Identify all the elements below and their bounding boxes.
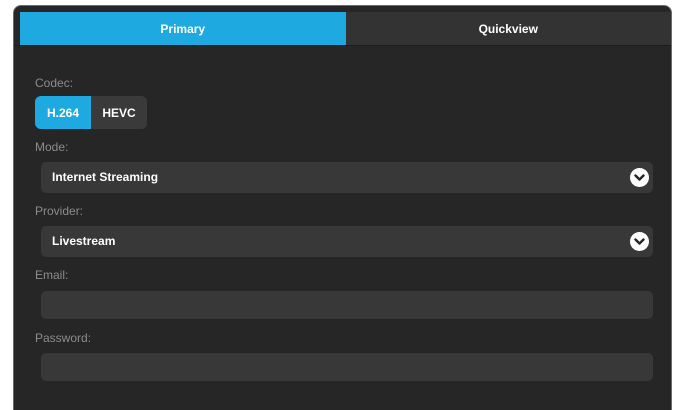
- tab-quickview-label: Quickview: [478, 21, 538, 36]
- chevron-down-icon: [630, 232, 649, 251]
- chevron-down-icon: [630, 168, 649, 187]
- codec-label: Codec:: [35, 76, 74, 90]
- encoder-settings-panel: Primary Quickview Codec: H.264 HEVC Mode…: [13, 5, 672, 410]
- tab-bar: Primary Quickview: [20, 12, 671, 45]
- provider-label: Provider:: [35, 204, 84, 218]
- provider-select-value: Livestream: [52, 234, 116, 248]
- codec-option-h264[interactable]: H.264: [35, 96, 91, 129]
- tab-primary-label: Primary: [160, 21, 206, 36]
- tab-primary[interactable]: Primary: [20, 12, 346, 45]
- email-field[interactable]: [41, 291, 653, 319]
- password-label: Password:: [35, 331, 92, 345]
- provider-select[interactable]: Livestream: [41, 226, 653, 257]
- tab-quickview[interactable]: Quickview: [345, 12, 671, 45]
- password-field[interactable]: [41, 353, 653, 381]
- codec-option-hevc[interactable]: HEVC: [91, 96, 147, 129]
- mode-select-value: Internet Streaming: [52, 170, 159, 184]
- tab-divider: [14, 45, 671, 46]
- mode-label: Mode:: [35, 140, 69, 154]
- mode-select[interactable]: Internet Streaming: [41, 162, 653, 193]
- email-label: Email:: [35, 268, 69, 282]
- codec-segmented-control: H.264 HEVC: [35, 96, 147, 129]
